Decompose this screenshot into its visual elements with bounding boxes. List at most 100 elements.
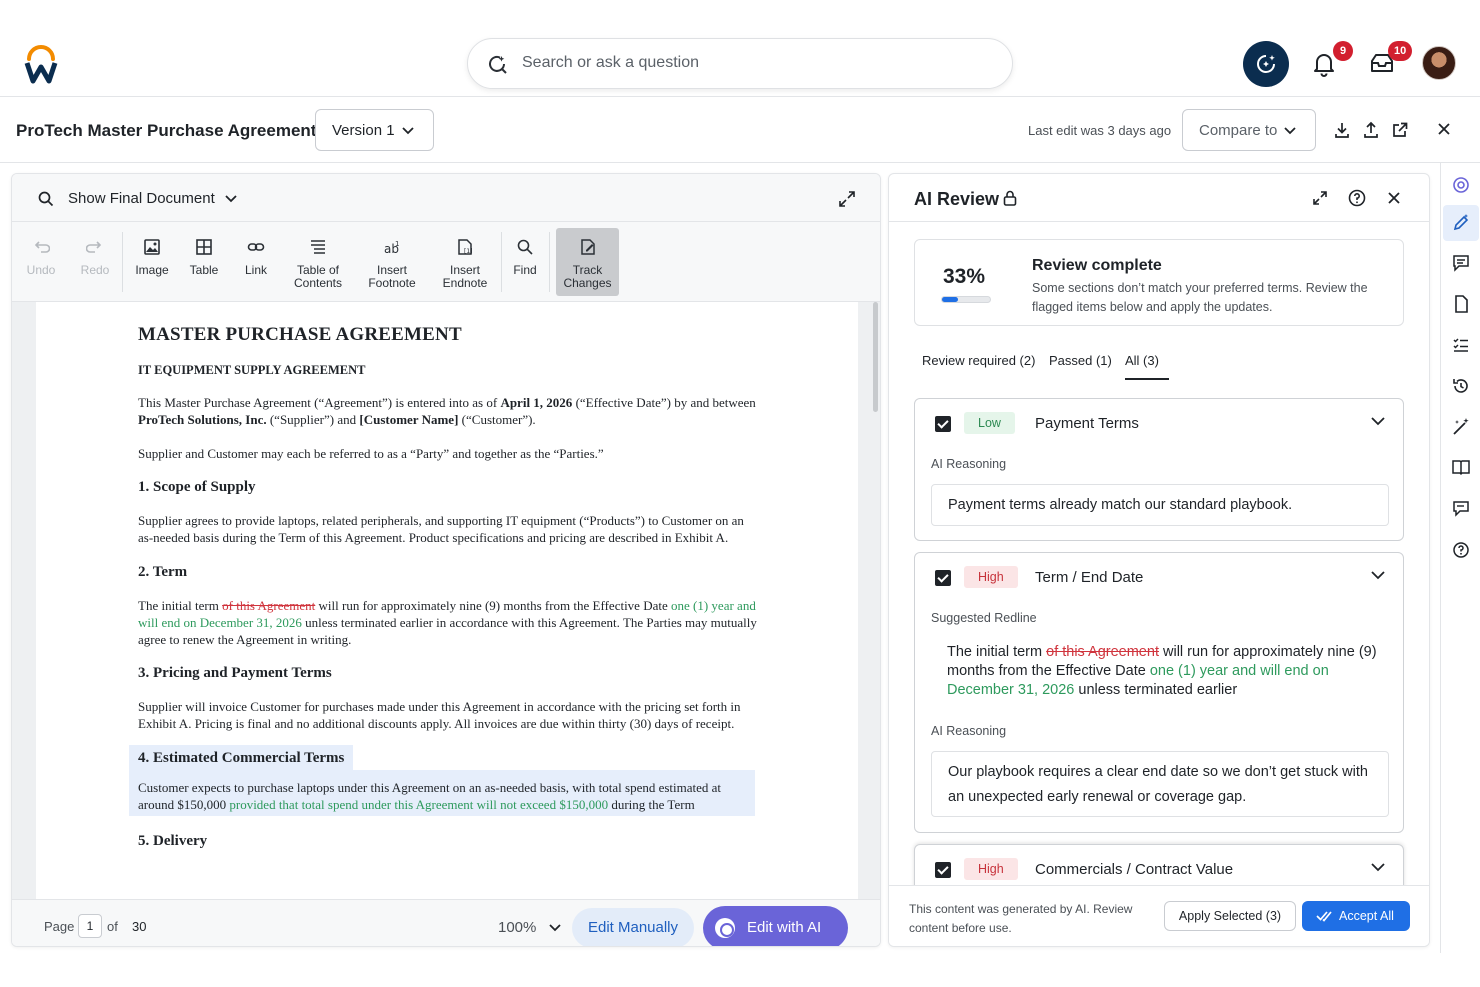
table-of-contents-icon [311,240,325,254]
item-checkbox[interactable] [935,570,951,586]
track-changes-icon [580,239,595,255]
ai-assistant-icon[interactable] [1451,175,1471,195]
apply-selected-button[interactable]: Apply Selected (3) [1164,901,1296,931]
suggested-redline-label: Suggested Redline [931,611,1037,625]
ai-review-pen-icon[interactable] [1451,213,1471,233]
endnote-label-2: Endnote [442,276,488,290]
right-tool-rail [1440,163,1480,953]
chevron-down-icon[interactable] [1371,417,1385,426]
global-search[interactable]: Search or ask a question [467,38,1013,89]
section-heading: 2. Term [138,563,188,580]
item-title: Payment Terms [1035,415,1139,432]
svg-text:[1]: [1] [464,248,473,255]
footnote-label-2: Footnote [368,276,416,290]
track-changes-button[interactable]: Track Changes [556,228,619,296]
undo-label: Undo [26,263,56,277]
edit-notes-icon[interactable] [1451,499,1471,519]
page-number-input[interactable]: 1 [78,914,102,938]
ai-reasoning-label: AI Reasoning [931,457,1007,471]
upload-icon[interactable] [1362,121,1380,139]
lock-icon [1003,190,1017,206]
footnote-label-1: Insert [376,263,407,277]
last-edit-text: Last edit was 3 days ago [1028,123,1172,138]
help-icon[interactable] [1451,540,1471,560]
workday-logo[interactable] [24,44,58,84]
search-icon[interactable] [38,191,54,207]
view-mode-dropdown[interactable]: Show Final Document [68,190,215,207]
document-scrollbar[interactable] [873,302,878,412]
image-label: Image [135,263,169,277]
editor-footer: Page 1 of 30 100% Edit Manually Edit wit… [12,899,880,946]
insert-link-button[interactable]: Link [236,228,276,296]
redo-button[interactable]: Redo [76,228,114,296]
top-bar: Search or ask a question 9 10 [0,0,1480,97]
tab-passed[interactable]: Passed (1) [1049,353,1112,368]
insert-footnote-button[interactable]: ab 1 Insert Footnote [362,228,422,296]
accept-all-button[interactable]: Accept All [1302,901,1410,931]
link-icon [247,243,265,251]
find-button[interactable]: Find [508,228,542,296]
version-dropdown[interactable]: Version 1 [315,109,434,151]
severity-badge: High [964,858,1018,880]
zoom-level[interactable]: 100% [498,919,536,936]
item-title: Term / End Date [1035,569,1144,586]
document-page: MASTER PURCHASE AGREEMENT IT EQUIPMENT S… [36,302,858,899]
item-checkbox[interactable] [935,416,951,432]
document-editor-panel: Show Final Document Undo Redo Image Tabl… [11,173,881,947]
chevron-down-icon[interactable] [549,924,561,932]
ai-assistant-button[interactable] [1243,41,1289,87]
document-title: ProTech Master Purchase Agreement [16,121,317,140]
page-label: Page [44,919,75,934]
user-avatar[interactable] [1422,46,1456,80]
expand-icon[interactable] [838,190,856,208]
table-label: Table [189,263,219,277]
edit-manually-button[interactable]: Edit Manually [572,908,694,946]
compare-dropdown[interactable]: Compare to [1182,109,1316,151]
suggested-redline-text: The initial term of this Agreement will … [947,644,1377,698]
tab-review-required[interactable]: Review required (2) [922,353,1035,368]
table-of-contents-button[interactable]: Table of Contents [288,228,348,296]
item-checkbox[interactable] [935,862,951,878]
close-icon[interactable] [1388,192,1400,204]
comments-icon[interactable] [1451,253,1471,273]
inbox-badge: 10 [1388,41,1413,61]
footnote-icon: ab1 [384,240,399,256]
doc-subheading: IT EQUIPMENT SUPPLY AGREEMENT [138,363,366,377]
edit-with-ai-button[interactable]: Edit with AI [703,906,848,946]
help-icon[interactable] [1348,189,1366,207]
chevron-down-icon[interactable] [1371,571,1385,580]
toolbar-divider [501,232,502,292]
chevron-down-icon[interactable] [1371,863,1385,872]
chevron-down-icon [402,127,414,135]
checklist-icon[interactable] [1451,335,1471,355]
ai-reasoning-label: AI Reasoning [931,724,1007,738]
close-icon[interactable] [1437,122,1451,136]
insert-table-button[interactable]: Table [184,228,224,296]
track-label-1: Track [572,263,603,277]
document-canvas: MASTER PURCHASE AGREEMENT IT EQUIPMENT S… [12,302,880,899]
find-icon [517,239,533,255]
undo-button[interactable]: Undo [22,228,60,296]
chevron-down-icon[interactable] [225,195,237,203]
ai-reasoning-text: Payment terms already match our standard… [931,484,1389,526]
image-icon [144,239,160,255]
magic-wand-icon[interactable] [1451,417,1471,437]
double-check-icon [1316,911,1332,922]
document-icon[interactable] [1451,294,1471,314]
download-icon[interactable] [1333,121,1351,139]
svg-text:1: 1 [395,240,399,248]
expand-icon[interactable] [1313,191,1327,205]
history-icon[interactable] [1451,376,1471,396]
find-label: Find [513,263,537,277]
insert-endnote-button[interactable]: [1] Insert Endnote [436,228,494,296]
document-body[interactable]: MASTER PURCHASE AGREEMENT IT EQUIPMENT S… [129,324,758,850]
undo-icon [34,241,50,253]
endnote-label-1: Insert [449,263,480,277]
playbook-book-icon[interactable] [1451,457,1471,477]
review-percent: 33% [943,265,986,288]
tab-all[interactable]: All (3) [1125,353,1159,368]
review-status-title: Review complete [1032,257,1162,274]
insert-image-button[interactable]: Image [130,228,174,296]
highlighted-section-heading: 4. Estimated Commercial Terms [129,744,354,770]
share-icon[interactable] [1391,121,1409,139]
